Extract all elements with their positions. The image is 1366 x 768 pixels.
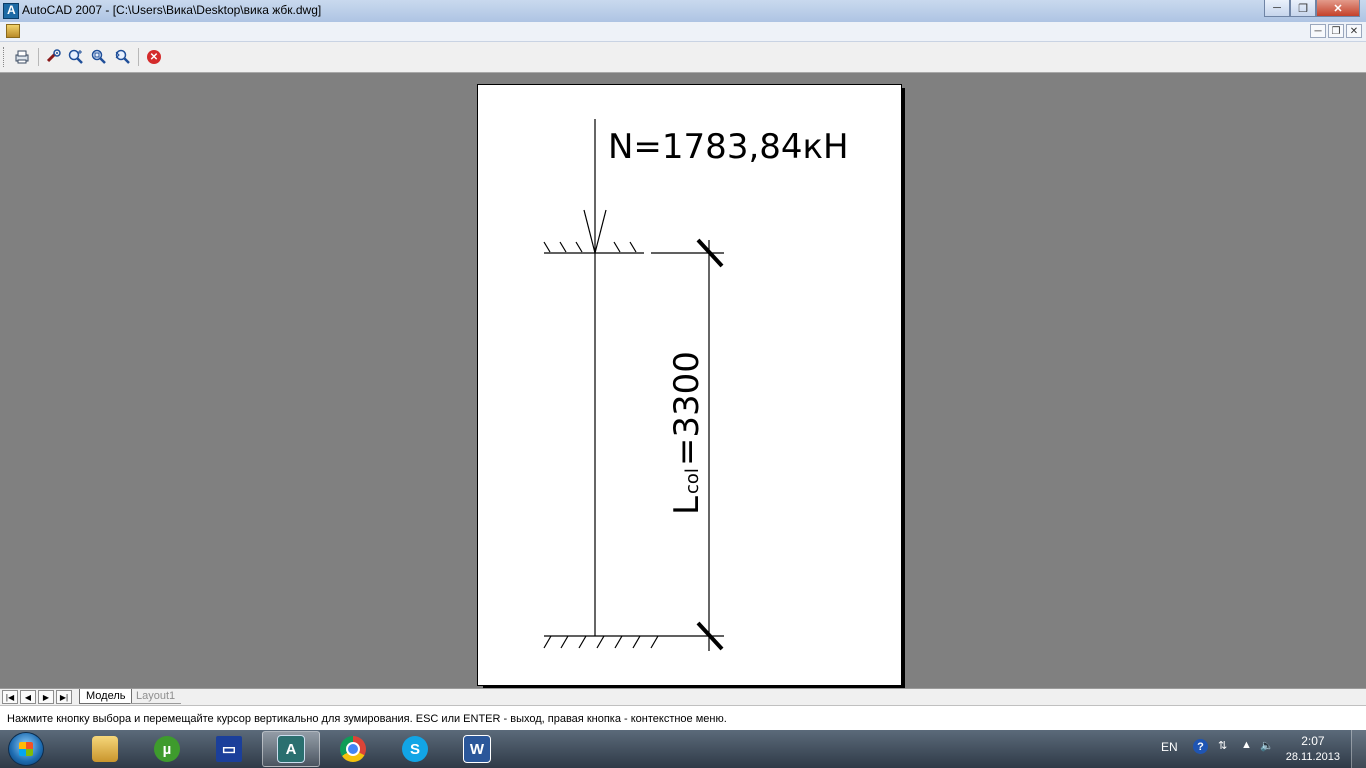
next-tab-button[interactable]: ▶ — [38, 690, 54, 704]
title-bar: AutoCAD 2007 - [C:\Users\Вика\Desktop\ви… — [0, 0, 1366, 22]
length-label: Lcol=3300 — [667, 351, 707, 515]
zoom-in-icon[interactable] — [67, 48, 85, 66]
volume-icon[interactable]: 🔈 — [1260, 739, 1274, 752]
skype-icon: S — [402, 736, 428, 762]
length-label-value: =3300 — [667, 351, 707, 466]
toolbar-separator — [138, 48, 139, 66]
zoom-realtime-icon[interactable] — [45, 48, 63, 66]
clock-time: 2:07 — [1301, 734, 1325, 748]
length-label-sub: col — [682, 468, 703, 494]
autocad-icon: A — [277, 735, 305, 763]
document-controls: ─ ❐ ✕ — [1310, 24, 1362, 38]
autocad-app-icon[interactable] — [3, 3, 19, 19]
taskbar-utorrent[interactable]: µ — [138, 731, 196, 767]
window-title: AutoCAD 2007 - [C:\Users\Вика\Desktop\ви… — [22, 3, 322, 17]
force-label: N=1783,84кН — [608, 127, 849, 167]
zoom-window-icon[interactable] — [90, 48, 108, 66]
document-close-button[interactable]: ✕ — [1346, 24, 1362, 38]
taskbar-explorer[interactable] — [76, 731, 134, 767]
paper-sheet[interactable]: N=1783,84кН Lcol=3300 — [477, 84, 902, 686]
taskbar-save[interactable]: ▭ — [200, 731, 258, 767]
tab-model[interactable]: Модель — [79, 689, 133, 704]
drawing-canvas[interactable]: N=1783,84кН Lcol=3300 — [0, 73, 1366, 688]
taskbar-word[interactable]: W — [448, 731, 506, 767]
chrome-icon — [340, 736, 366, 762]
svg-text:Lcol=3300: Lcol=3300 — [667, 351, 707, 515]
column-drawing: N=1783,84кН Lcol=3300 — [543, 119, 849, 651]
toolbar-grip[interactable] — [3, 47, 7, 67]
top-support-hatch — [543, 241, 637, 253]
utorrent-icon: µ — [154, 736, 180, 762]
document-minimize-button[interactable]: ─ — [1310, 24, 1326, 38]
clock[interactable]: 2:07 28.11.2013 — [1286, 734, 1340, 763]
clock-date: 28.11.2013 — [1285, 751, 1340, 763]
length-label-main: L — [667, 496, 707, 515]
start-button[interactable] — [8, 732, 44, 766]
minimize-button[interactable]: ─ — [1264, 0, 1290, 17]
network-icon[interactable]: ⇅ — [1218, 739, 1227, 752]
folder-icon — [92, 736, 118, 762]
last-tab-button[interactable]: ▶| — [56, 690, 72, 704]
zoom-previous-icon[interactable] — [113, 48, 131, 66]
plot-icon[interactable] — [13, 48, 31, 66]
arrow-head-right — [594, 209, 607, 254]
arrow-head-left — [583, 209, 596, 254]
taskbar-chrome[interactable] — [324, 731, 382, 767]
command-line[interactable]: Нажмите кнопку выбора и перемещайте курс… — [0, 705, 1366, 730]
document-restore-button[interactable]: ❐ — [1328, 24, 1344, 38]
preview-toolbar: ✕ — [0, 42, 1366, 73]
show-desktop-button[interactable] — [1351, 730, 1366, 768]
layout-tabs-bar: |◀ ◀ ▶ ▶| Модель Layout1 — [0, 688, 1366, 705]
floppy-icon: ▭ — [216, 736, 242, 762]
close-preview-icon[interactable]: ✕ — [145, 48, 163, 66]
first-tab-button[interactable]: |◀ — [2, 690, 18, 704]
word-icon: W — [463, 735, 491, 763]
system-tray: EN ? ⇅ ▲ 🔈 2:07 28.11.2013 — [1136, 730, 1366, 768]
command-prompt-message: Нажмите кнопку выбора и перемещайте курс… — [7, 713, 727, 725]
help-icon[interactable]: ? — [1193, 739, 1208, 754]
bottom-support-hatch — [543, 635, 659, 649]
drawing-document-icon[interactable] — [6, 24, 20, 38]
maximize-button[interactable]: ❐ — [1290, 0, 1316, 17]
taskbar: µ ▭ A S W EN ? ⇅ ▲ 🔈 2:07 28.11.2013 — [0, 730, 1366, 768]
taskbar-skype[interactable]: S — [386, 731, 444, 767]
document-bar: ─ ❐ ✕ — [0, 22, 1366, 42]
language-indicator[interactable]: EN — [1161, 740, 1178, 754]
window-controls: ─ ❐ ✕ — [1264, 0, 1360, 18]
tab-layout1[interactable]: Layout1 — [130, 689, 182, 704]
show-hidden-icons-icon[interactable]: ▲ — [1241, 739, 1252, 751]
taskbar-autocad[interactable]: A — [262, 731, 320, 767]
toolbar-separator — [38, 48, 39, 66]
previous-tab-button[interactable]: ◀ — [20, 690, 36, 704]
close-button[interactable]: ✕ — [1316, 0, 1360, 17]
